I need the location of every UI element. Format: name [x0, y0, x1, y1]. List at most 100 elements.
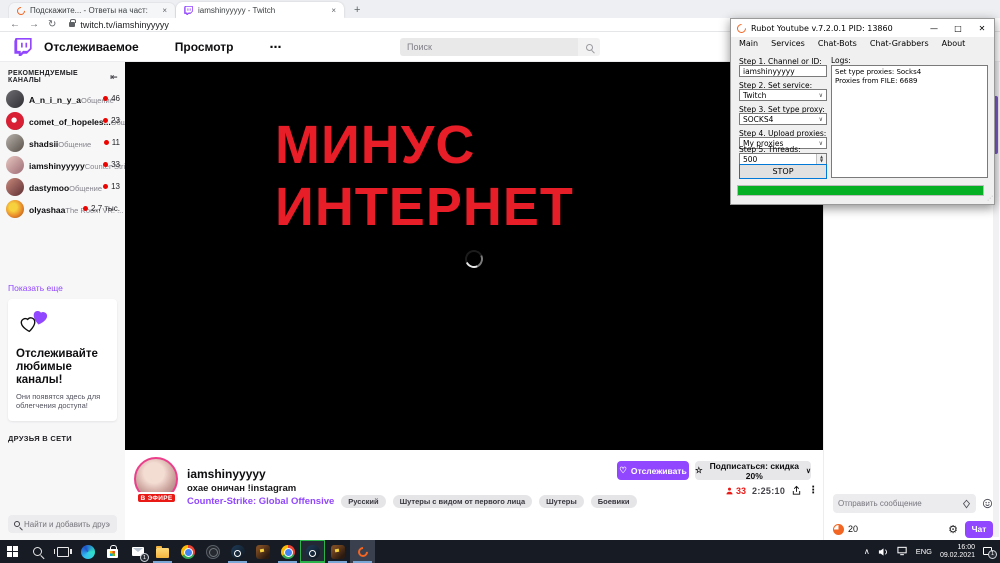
- channel-row[interactable]: olyashaaThe Room VR: ... 2,7 тыс.: [6, 198, 120, 219]
- chat-input-box[interactable]: [833, 494, 976, 513]
- star-icon: ☆: [695, 465, 703, 476]
- network-icon[interactable]: [897, 543, 908, 561]
- person-icon: [725, 486, 734, 496]
- volume-icon[interactable]: [878, 547, 889, 557]
- subscribe-button[interactable]: ☆ Подписаться: скидка 20% ∨: [695, 461, 811, 480]
- live-dot: [104, 140, 109, 145]
- stream-tag[interactable]: Шутеры с видом от первого лица: [393, 495, 533, 508]
- tray-time: 16:00: [940, 544, 975, 552]
- find-friends-box[interactable]: [8, 515, 117, 533]
- steam-taskbar-button[interactable]: [225, 540, 250, 563]
- share-icon[interactable]: [791, 485, 802, 496]
- game-link[interactable]: Counter-Strike: Global Offensive: [187, 496, 334, 507]
- proxy-type-select[interactable]: SOCKS4∨: [739, 113, 827, 125]
- viewer-count: 23: [111, 116, 120, 125]
- twitch-logo-icon[interactable]: [14, 38, 32, 56]
- avatar: [6, 200, 24, 218]
- channel-row[interactable]: comet_of_hopeles...Общение 23: [6, 110, 120, 131]
- tray-chevron-icon[interactable]: ∧: [864, 547, 870, 556]
- start-button[interactable]: [0, 540, 25, 563]
- emote-icon[interactable]: [982, 498, 993, 509]
- task-view-icon: [57, 547, 69, 557]
- menu-about[interactable]: About: [942, 39, 966, 48]
- chevron-down-icon: ∨: [819, 92, 823, 99]
- spin-down-icon[interactable]: ▼: [820, 159, 823, 163]
- stop-button[interactable]: STOP: [739, 164, 827, 179]
- browser-tab-answers[interactable]: Подскажите... - Ответы на част: ×: [8, 2, 176, 18]
- chat-send-button[interactable]: Чат: [965, 521, 993, 538]
- stream-uptime: 2:25:10: [752, 486, 785, 496]
- rubot-icon: [355, 544, 369, 558]
- nav-browse[interactable]: Просмотр: [175, 40, 234, 54]
- forward-icon[interactable]: →: [29, 20, 39, 30]
- search-button[interactable]: [578, 38, 600, 56]
- language-indicator[interactable]: ENG: [916, 547, 932, 556]
- app-taskbar-button[interactable]: [200, 540, 225, 563]
- tab-close-icon[interactable]: ×: [331, 6, 336, 15]
- task-view-button[interactable]: [50, 540, 75, 563]
- game-taskbar-button-2[interactable]: [325, 540, 350, 563]
- show-more-link[interactable]: Показать еще: [8, 283, 63, 293]
- menu-main[interactable]: Main: [739, 39, 758, 48]
- mail-taskbar-button[interactable]: 1: [125, 540, 150, 563]
- rubot-window[interactable]: Rubot Youtube v.7.2.0.1 PID: 13860 — □ ✕…: [730, 18, 995, 205]
- kebab-menu-icon[interactable]: ⋮: [808, 485, 818, 496]
- channel-row[interactable]: dastymooОбщение 13: [6, 176, 120, 197]
- search-input[interactable]: [400, 38, 578, 56]
- maximize-button[interactable]: □: [946, 19, 970, 37]
- stream-tag[interactable]: Боевики: [591, 495, 637, 508]
- back-icon[interactable]: ←: [10, 20, 20, 30]
- minimize-button[interactable]: —: [922, 19, 946, 37]
- url-text[interactable]: twitch.tv/iamshinyyyyy: [80, 20, 169, 30]
- follow-button[interactable]: ♡ Отслеживать: [617, 461, 689, 480]
- logs-textbox[interactable]: Set type proxies: Socks4 Proxies from FI…: [831, 65, 988, 178]
- rubot-taskbar-button[interactable]: [350, 540, 375, 563]
- find-friends-input[interactable]: [24, 520, 110, 529]
- chrome-taskbar-button[interactable]: [175, 540, 200, 563]
- close-button[interactable]: ✕: [970, 19, 994, 37]
- stream-tag[interactable]: Шутеры: [539, 495, 584, 508]
- avatar: [6, 134, 24, 152]
- channel-row[interactable]: A_n_i_n_y_aОбщение 46: [6, 88, 120, 109]
- menu-services[interactable]: Services: [771, 39, 805, 48]
- collapse-sidebar-icon[interactable]: ⇤: [110, 72, 118, 83]
- twitch-favicon: [184, 6, 193, 15]
- steam-icon: [231, 545, 245, 559]
- clock[interactable]: 16:00 09.02.2021: [940, 544, 975, 560]
- video-player[interactable]: МИНУС ИНТЕРНЕТ: [125, 62, 823, 450]
- steam-taskbar-button-active[interactable]: [300, 540, 325, 563]
- store-taskbar-button[interactable]: [100, 540, 125, 563]
- url-box[interactable]: twitch.tv/iamshinyyyyy: [69, 20, 169, 30]
- notification-badge: 1: [988, 550, 997, 559]
- channel-row[interactable]: shadsiiОбщение 11: [6, 132, 120, 153]
- menu-chat-bots[interactable]: Chat-Bots: [818, 39, 857, 48]
- edge-taskbar-button[interactable]: [75, 540, 100, 563]
- chat-settings-gear-icon[interactable]: ⚙: [948, 523, 958, 536]
- reload-icon[interactable]: ↻: [48, 20, 56, 30]
- tab-close-icon[interactable]: ×: [162, 6, 167, 15]
- menu-chat-grabbers[interactable]: Chat-Grabbers: [870, 39, 929, 48]
- streamer-name[interactable]: iamshinyyyyy: [187, 467, 266, 481]
- viewer-count: 46: [111, 94, 120, 103]
- resize-grip[interactable]: ⋰: [987, 195, 992, 202]
- channel-row[interactable]: iamshinyyyyyCounter-Strike: Glo... 33: [6, 154, 120, 175]
- chevron-down-icon: ∨: [819, 116, 823, 123]
- notification-center-button[interactable]: 1: [983, 547, 994, 557]
- stream-tag[interactable]: Русский: [341, 495, 385, 508]
- channel-id-input[interactable]: [739, 65, 827, 77]
- bits-icon[interactable]: [962, 499, 971, 509]
- service-select[interactable]: Twitch∨: [739, 89, 827, 101]
- new-tab-button[interactable]: +: [354, 4, 360, 16]
- taskbar-search-button[interactable]: [25, 540, 50, 563]
- chrome-taskbar-button-2[interactable]: [275, 540, 300, 563]
- chat-message-input[interactable]: [838, 499, 958, 508]
- nav-following[interactable]: Отслеживаемое: [44, 40, 139, 54]
- explorer-taskbar-button[interactable]: [150, 540, 175, 563]
- channel-points[interactable]: 20: [833, 524, 858, 535]
- rubot-title-bar[interactable]: Rubot Youtube v.7.2.0.1 PID: 13860 — □ ✕: [731, 19, 994, 37]
- game-taskbar-button[interactable]: [250, 540, 275, 563]
- game-icon: [331, 545, 345, 559]
- more-menu-icon[interactable]: ⋯: [270, 40, 283, 54]
- viewer-count: 13: [111, 182, 120, 191]
- browser-tab-twitch[interactable]: iamshinyyyyy - Twitch ×: [176, 2, 344, 18]
